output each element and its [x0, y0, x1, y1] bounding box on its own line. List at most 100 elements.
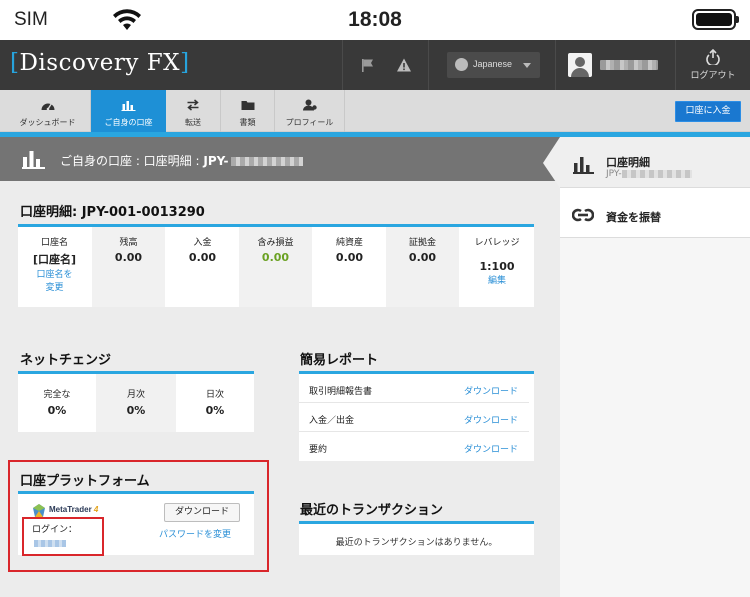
clock: 18:08 — [348, 8, 402, 31]
page-title: ご自身の口座 : 口座明細 : JPY- — [60, 152, 303, 169]
right-panel: 口座明細 JPY- 資金を振替 — [543, 137, 750, 597]
rp-transfer-label: 資金を振替 — [606, 211, 661, 224]
top-header: [Discovery FX] Japanese ログアウト — [0, 40, 750, 90]
cell-label: レバレッジ — [474, 238, 520, 248]
account-details-card: 口座名 [口座名] 口座名を変更 残高 0.00 入金 0.00 含み損益 0.… — [18, 224, 534, 307]
cell-value: 0.00 — [114, 251, 143, 264]
cell-value: 0.00 — [261, 251, 290, 264]
profile-icon — [302, 99, 317, 111]
deposit-button[interactable]: 口座に入金 — [675, 101, 741, 122]
main-nav: ダッシュボード ご自身の口座 転送 書類 プロフィール 口座に入金 — [0, 90, 750, 132]
cell-value: 0% — [47, 404, 67, 417]
report-row: 取引明細報告書 ダウンロード — [299, 374, 529, 403]
header-divider — [342, 40, 343, 90]
chevron-down-icon — [523, 63, 531, 68]
language-label: Japanese — [473, 59, 513, 69]
deposit-cell: 入金 0.00 — [166, 227, 239, 307]
cell-value: 0.00 — [188, 251, 217, 264]
breadcrumb-account: JPY- — [203, 154, 229, 168]
transfer-funds-icon — [572, 208, 594, 222]
net-change-total: 完全な 0% — [18, 374, 96, 432]
cell-value: 0% — [205, 404, 225, 417]
flag-icon[interactable] — [360, 57, 376, 73]
nav-my-accounts[interactable]: ご自身の口座 — [91, 90, 166, 132]
report-label: 入金／出金 — [309, 416, 355, 426]
header-divider — [555, 40, 556, 90]
folder-icon — [241, 101, 254, 110]
bar-chart-icon — [573, 157, 594, 174]
bar-chart-icon — [121, 101, 135, 111]
cell-label: 証拠金 — [408, 238, 436, 248]
cell-value: 0.00 — [408, 251, 437, 264]
nav-label: ダッシュボード — [19, 118, 76, 127]
cell-value: 0.00 — [335, 251, 364, 264]
nav-documents[interactable]: 書類 — [221, 90, 275, 132]
rename-account-link[interactable]: 口座名を変更 — [35, 269, 75, 295]
download-link[interactable]: ダウンロード — [464, 413, 518, 426]
rp-account-prefix: JPY- — [606, 169, 622, 179]
transfer-icon — [187, 99, 199, 111]
dashboard-icon — [41, 103, 54, 111]
edit-leverage-link[interactable]: 編集 — [460, 275, 534, 288]
leverage-cell: レバレッジ 1:100 編集 — [460, 227, 534, 307]
balance-cell: 残高 0.00 — [92, 227, 165, 307]
net-change-title: ネットチェンジ — [20, 353, 112, 368]
cell-label: 残高 — [119, 238, 138, 248]
rp-transfer-funds[interactable]: 資金を振替 — [560, 188, 750, 238]
header-divider — [428, 40, 429, 90]
nav-transfer[interactable]: 転送 — [166, 90, 221, 132]
active-pointer — [543, 137, 560, 188]
report-label: 要約 — [309, 445, 328, 455]
logo-text: Discovery FX — [19, 50, 181, 76]
cell-label: 月次 — [126, 390, 145, 400]
cell-value: 1:100 — [479, 260, 515, 273]
recent-transactions-card: 最近のトランザクションはありません。 — [299, 521, 534, 555]
cell-label: 完全な — [43, 390, 71, 400]
account-number-redacted — [621, 169, 692, 178]
report-label: 取引明細報告書 — [309, 387, 373, 397]
rp-active-subtitle: JPY- — [606, 169, 692, 179]
logout-button[interactable]: ログアウト — [676, 40, 750, 90]
cell-label: 口座名 — [40, 238, 68, 248]
rp-active-title: 口座明細 — [606, 156, 650, 169]
report-row: 入金／出金 ダウンロード — [299, 403, 529, 432]
quick-report-card: 取引明細報告書 ダウンロード 入金／出金 ダウンロード 要約 ダウンロード — [299, 371, 534, 461]
net-change-card: 完全な 0% 月次 0% 日次 0% — [18, 371, 254, 432]
download-link[interactable]: ダウンロード — [464, 384, 518, 397]
report-row: 要約 ダウンロード — [299, 432, 529, 461]
recent-transactions-title: 最近のトランザクション — [300, 503, 444, 518]
rp-account-details[interactable]: 口座明細 JPY- — [543, 137, 750, 188]
nav-label: ご自身の口座 — [104, 118, 153, 127]
cell-label: 純資産 — [335, 238, 363, 248]
account-number-redacted — [230, 157, 303, 166]
logout-label: ログアウト — [690, 71, 736, 81]
nav-label: プロフィール — [285, 118, 334, 127]
accent-stripe-right — [560, 132, 750, 137]
nav-label: 書類 — [239, 118, 256, 127]
username-redacted — [600, 60, 658, 70]
account-details-title: 口座明細: JPY-001-0013290 — [20, 205, 205, 220]
brand-logo[interactable]: [Discovery FX] — [10, 50, 190, 76]
globe-icon — [455, 58, 468, 71]
nav-dashboard[interactable]: ダッシュボード — [5, 90, 91, 132]
cell-value: 0% — [126, 404, 146, 417]
language-select[interactable]: Japanese — [447, 52, 540, 78]
nav-profile[interactable]: プロフィール — [275, 90, 345, 132]
avatar[interactable] — [568, 53, 592, 77]
net-change-daily: 日次 0% — [176, 374, 254, 432]
net-change-monthly: 月次 0% — [96, 374, 176, 432]
cell-label: 入金 — [193, 238, 212, 248]
empty-message: 最近のトランザクションはありません。 — [335, 538, 498, 548]
margin-cell: 証拠金 0.00 — [386, 227, 459, 307]
cell-label: 含み損益 — [257, 238, 294, 248]
equity-cell: 純資産 0.00 — [313, 227, 386, 307]
warning-icon[interactable] — [396, 57, 412, 73]
bar-chart-icon — [22, 151, 45, 169]
quick-report-title: 簡易レポート — [300, 353, 379, 368]
breadcrumb: ご自身の口座 : 口座明細 : — [60, 154, 204, 168]
unrealized-pl-cell: 含み損益 0.00 — [239, 227, 312, 307]
cell-label: 日次 — [205, 390, 224, 400]
cell-value: [口座名] — [32, 253, 77, 266]
download-link[interactable]: ダウンロード — [464, 442, 518, 455]
nav-label: 転送 — [185, 118, 201, 127]
